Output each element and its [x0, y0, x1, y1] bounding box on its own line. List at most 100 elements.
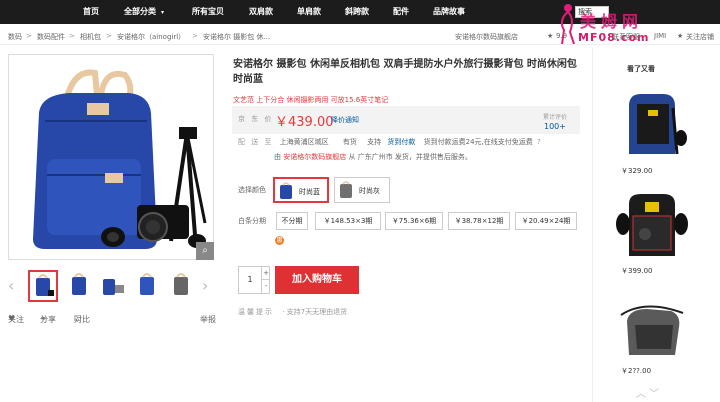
nav-shoulder-bags[interactable]: 单肩款: [297, 0, 321, 24]
black-camera-backpack-image: [616, 194, 688, 256]
color-label: 选择颜色: [238, 186, 266, 194]
color-option-blue[interactable]: 时尚蓝: [273, 177, 329, 203]
thumbnail[interactable]: [132, 270, 162, 302]
breadcrumb: 数码 > 数码配件 > 相机包 > 安诺格尔（ainogirl） > 安诺格尔 …: [0, 27, 720, 45]
thumbnail-backpack-front: [36, 274, 54, 296]
zoom-icon[interactable]: ⌕: [196, 242, 214, 260]
sidebar-price: ￥329.00: [621, 167, 653, 175]
quantity-input[interactable]: 1: [239, 267, 261, 293]
sidebar-product-image[interactable]: [615, 88, 689, 158]
backpack-camera-illustration: [33, 69, 207, 249]
delivery-area-select[interactable]: 上海黄浦区城区: [280, 138, 329, 146]
quantity-increase-button[interactable]: +: [261, 267, 270, 280]
installment-option[interactable]: ￥20.49×24期: [515, 212, 577, 230]
installment-label: 白条分期: [238, 217, 266, 225]
installment-option[interactable]: ￥148.53×3期: [315, 212, 381, 230]
add-to-cart-button[interactable]: 加入购物车: [275, 266, 359, 294]
nav-crossbody[interactable]: 斜跨款: [345, 0, 369, 24]
nav-all-categories-label: 全部分类: [124, 7, 156, 16]
gallery-actions: ♥ 关注 ⚭ 分享 ☐ 对比 举报: [8, 314, 216, 328]
breadcrumb-sep: >: [106, 32, 112, 40]
cod-link[interactable]: 货到付款: [387, 138, 415, 146]
nav-accessories[interactable]: 配件: [393, 0, 409, 24]
installment-option[interactable]: ￥38.78×12期: [448, 212, 510, 230]
sidebar-scroll-arrows[interactable]: ︿ ﹀: [636, 385, 659, 400]
product-title: 安诺格尔 摄影包 休闲单反相机包 双肩手提防水户外旅行摄影背包 时尚休闲包 时尚…: [233, 59, 577, 85]
quantity-stepper: 1 + -: [238, 266, 270, 294]
sidebar-price: ￥399.00: [621, 267, 653, 275]
product-subtitle: 文艺范 上下分合 休闲摄影两用 可放15.6英寸笔记: [233, 96, 389, 104]
shop-rating: 9.9: [556, 32, 568, 40]
color-swatch-blue: [278, 182, 294, 200]
share-label: 分享: [40, 315, 56, 324]
sidebar-product-image[interactable]: [615, 190, 689, 260]
breadcrumb-item[interactable]: 相机包: [80, 32, 101, 42]
contact-service-link[interactable]: 联系客服: [612, 32, 640, 42]
follow-shop-link[interactable]: 关注店铺: [686, 32, 714, 42]
blue-camera-backpack-image: [629, 94, 687, 155]
breadcrumb-item[interactable]: 数码: [8, 32, 22, 42]
installment-option[interactable]: 不分期: [276, 212, 308, 230]
reviews-label: 累计评价: [543, 114, 568, 121]
help-icon[interactable]: ?: [537, 138, 541, 146]
reviews-count[interactable]: 100+: [544, 122, 566, 131]
shop-name-link[interactable]: 安诺格尔数码旗舰店: [455, 32, 518, 42]
seller-note-prefix: 由: [274, 153, 281, 161]
breadcrumb-item[interactable]: 数码配件: [37, 32, 65, 42]
nav-backpacks[interactable]: 双肩款: [249, 0, 273, 24]
follow-label: 关注: [8, 315, 24, 324]
column-divider: [592, 48, 593, 402]
tips-row: 温馨提示 · 支持7天无理由退货: [238, 307, 347, 317]
color-option-grey[interactable]: 时尚灰: [334, 177, 390, 203]
thumbnail[interactable]: [28, 270, 58, 302]
price-label: 京 东 价: [238, 115, 274, 123]
compare-label: 对比: [74, 315, 90, 324]
tips-label: 温馨提示: [238, 308, 274, 316]
price-value: ￥439.00: [275, 115, 334, 130]
quantity-decrease-button[interactable]: -: [261, 280, 270, 293]
thumbnail[interactable]: [64, 270, 94, 302]
chevron-down-icon: ▾: [161, 9, 165, 16]
delivery-row: 配 送 至 上海黄浦区城区 有货 支持 货到付款 货到付款运费24元,在线支付免…: [238, 137, 541, 147]
heart-star-icon: ★: [677, 32, 684, 40]
delivery-support: 支持: [367, 138, 382, 146]
seller-note-suffix: 从 广东广州市 发货，并提供售后服务。: [348, 153, 472, 161]
delivery-label: 配 送 至: [238, 138, 274, 146]
installment-badge: 惠: [275, 236, 284, 245]
thumbnail-backpack-side: [72, 273, 86, 295]
breadcrumb-item[interactable]: 安诺格尔（ainogirl）: [117, 32, 185, 42]
report-link[interactable]: 举报: [200, 314, 216, 325]
grey-shoulder-bag-image: [620, 305, 684, 355]
color-name: 时尚灰: [359, 187, 380, 195]
thumbnail[interactable]: [98, 270, 128, 302]
breadcrumb-sep: >: [26, 32, 32, 40]
color-name: 时尚蓝: [299, 188, 320, 196]
nav-home[interactable]: 首页: [83, 0, 99, 24]
nav-brand-story[interactable]: 品牌故事: [433, 0, 465, 24]
sidebar-price: ￥2??.00: [621, 367, 652, 375]
thumbnail[interactable]: [166, 270, 196, 302]
thumbnail-backpack-open: [103, 279, 124, 295]
color-swatch-grey: [338, 181, 354, 199]
seller-note: 由 安诺格尔数码旗舰店 从 广东广州市 发货，并提供售后服务。: [274, 152, 472, 162]
delivery-note: 货到付款运费24元,在线支付免运费: [423, 138, 533, 146]
thumbnail-backpack-grey: [174, 273, 188, 295]
installment-option[interactable]: ￥75.36×6期: [385, 212, 443, 230]
jimi-link[interactable]: JIMI: [654, 32, 666, 40]
nav-all-products[interactable]: 所有宝贝: [192, 0, 224, 24]
price-notify-link[interactable]: 降价通知: [331, 115, 359, 125]
seller-shop-link[interactable]: 安诺格尔数码旗舰店: [283, 153, 346, 161]
star-icon: ★: [547, 32, 554, 40]
sidebar-product-image[interactable]: [615, 295, 689, 365]
tips-text: · 支持7天无理由退货: [282, 308, 348, 316]
sidebar-heading: 看了又看: [627, 65, 655, 73]
thumbnail-strip: ‹ ›: [8, 270, 214, 306]
nav-all-categories[interactable]: 全部分类 ▾: [124, 0, 164, 24]
price-box: 京 东 价 ￥439.00 降价通知 累计评价 100+: [232, 106, 580, 134]
delivery-stock: 有货: [342, 138, 357, 146]
thumb-next-button[interactable]: ›: [202, 276, 208, 295]
breadcrumb-sep: >: [192, 32, 198, 40]
thumb-prev-button[interactable]: ‹: [8, 276, 14, 295]
main-product-image[interactable]: [8, 54, 214, 260]
breadcrumb-current: 安诺格尔 摄影包 休...: [203, 33, 271, 41]
